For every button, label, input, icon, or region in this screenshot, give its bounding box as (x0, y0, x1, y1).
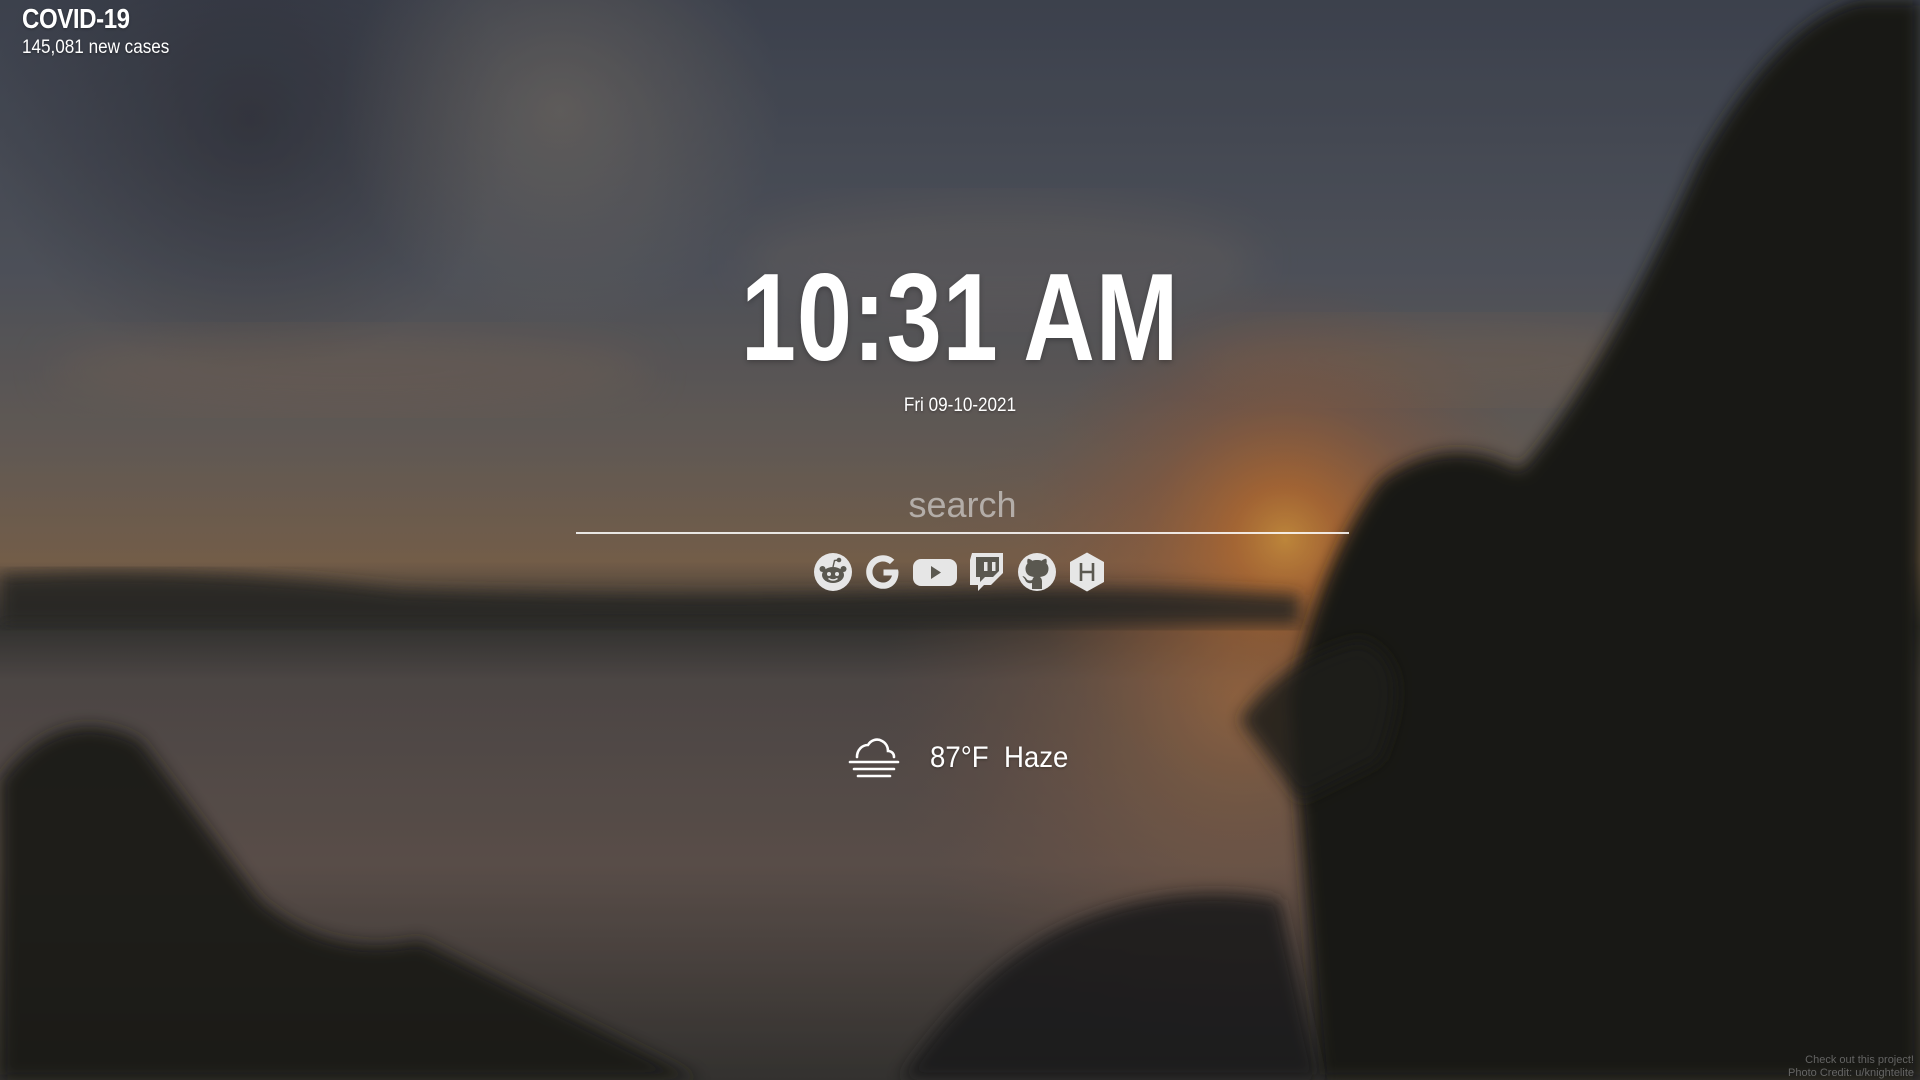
photo-credit: Photo Credit: u/knightelite (1788, 1067, 1914, 1079)
weather-condition: Haze (1003, 741, 1069, 774)
github-icon (1018, 553, 1056, 591)
google-shortcut[interactable] (862, 551, 904, 593)
google-icon (866, 555, 899, 589)
shortcut-bar (0, 551, 1920, 593)
weather-temperature: 87°F (929, 741, 989, 774)
search-input[interactable] (576, 480, 1349, 530)
twitch-shortcut[interactable] (966, 551, 1008, 593)
hackerrank-shortcut[interactable] (1066, 551, 1108, 593)
project-link[interactable]: Check out this project! (1788, 1054, 1914, 1067)
weather-widget: 87°F Haze (0, 736, 1920, 780)
twitch-icon (970, 553, 1003, 591)
youtube-icon (913, 559, 957, 586)
covid-title: COVID-19 (22, 3, 130, 34)
reddit-shortcut[interactable] (812, 551, 854, 593)
reddit-icon (814, 553, 852, 591)
github-shortcut[interactable] (1016, 551, 1058, 593)
search-bar (576, 480, 1349, 534)
clock-time: 10:31 AM (740, 249, 1180, 387)
background-dim-overlay (0, 0, 1920, 1080)
covid-new-cases: 145,081 new cases (22, 37, 170, 58)
weather-readout: 87°F Haze (930, 741, 1068, 775)
background-photo (0, 0, 1920, 1080)
covid-widget: COVID-19 145,081 new cases (22, 2, 186, 60)
clock-date: Fri 09-10-2021 (903, 395, 1017, 416)
haze-icon (848, 738, 900, 778)
youtube-shortcut[interactable] (912, 551, 958, 593)
credits: Check out this project! Photo Credit: u/… (1788, 1054, 1914, 1080)
hackerrank-icon (1070, 552, 1104, 592)
